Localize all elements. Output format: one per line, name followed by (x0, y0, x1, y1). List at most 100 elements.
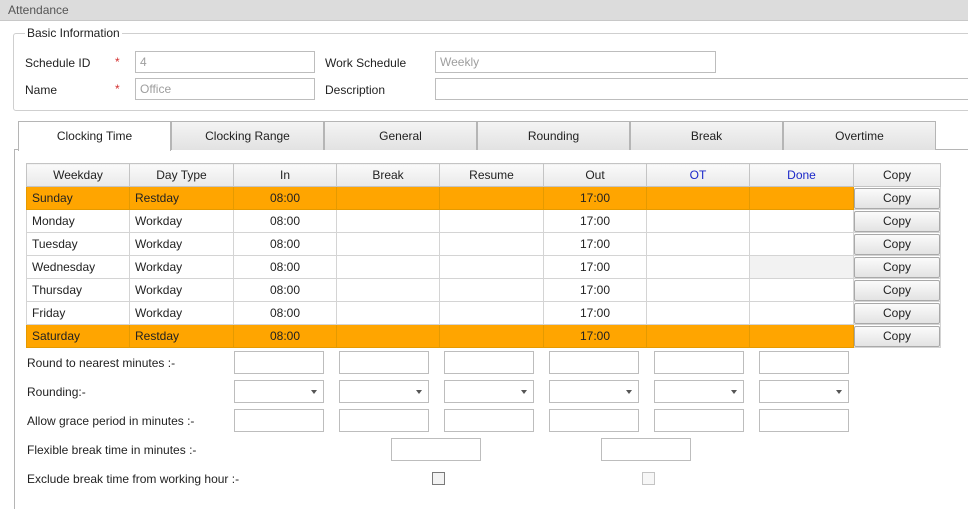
cell-out[interactable]: 17:00 (543, 278, 647, 302)
rounding-resume-select[interactable] (444, 380, 534, 403)
cell-done[interactable] (749, 232, 854, 256)
cell-done[interactable] (749, 278, 854, 302)
column-header-in[interactable]: In (233, 163, 337, 187)
cell-weekday[interactable]: Monday (26, 209, 130, 233)
cell-ot[interactable] (646, 232, 750, 256)
cell-break[interactable] (336, 209, 440, 233)
cell-break[interactable] (336, 186, 440, 210)
cell-break[interactable] (336, 232, 440, 256)
tab-overtime[interactable]: Overtime (783, 121, 936, 150)
cell-out[interactable]: 17:00 (543, 301, 647, 325)
column-header-out[interactable]: Out (543, 163, 647, 187)
cell-day-type[interactable]: Restday (129, 186, 234, 210)
cell-done[interactable] (749, 301, 854, 325)
round-minutes-resume-input[interactable] (444, 351, 534, 374)
grace-period-in-input[interactable] (234, 409, 324, 432)
cell-resume[interactable] (439, 232, 544, 256)
copy-button[interactable]: Copy (854, 302, 940, 324)
cell-out[interactable]: 17:00 (543, 186, 647, 210)
cell-weekday[interactable]: Tuesday (26, 232, 130, 256)
flexible-break-ot-input[interactable] (601, 438, 691, 461)
rounding-in-select[interactable] (234, 380, 324, 403)
cell-ot[interactable] (646, 278, 750, 302)
table-row[interactable]: Thursday Workday 08:00 17:00 Copy (26, 278, 941, 302)
cell-ot[interactable] (646, 255, 750, 279)
column-header-resume[interactable]: Resume (439, 163, 544, 187)
cell-day-type[interactable]: Workday (129, 278, 234, 302)
tab-break[interactable]: Break (630, 121, 783, 150)
grace-period-break-input[interactable] (339, 409, 429, 432)
cell-ot[interactable] (646, 186, 750, 210)
cell-in[interactable]: 08:00 (233, 209, 337, 233)
tab-clocking-range[interactable]: Clocking Range (171, 121, 324, 150)
description-field[interactable] (435, 78, 968, 100)
cell-weekday[interactable]: Saturday (26, 324, 130, 348)
table-row[interactable]: Saturday Restday 08:00 17:00 Copy (26, 324, 941, 348)
cell-day-type[interactable]: Workday (129, 301, 234, 325)
round-minutes-out-input[interactable] (549, 351, 639, 374)
cell-in[interactable]: 08:00 (233, 301, 337, 325)
cell-done[interactable] (749, 186, 854, 210)
cell-resume[interactable] (439, 209, 544, 233)
grace-period-resume-input[interactable] (444, 409, 534, 432)
cell-day-type[interactable]: Restday (129, 324, 234, 348)
grace-period-out-input[interactable] (549, 409, 639, 432)
cell-out[interactable]: 17:00 (543, 324, 647, 348)
table-row[interactable]: Tuesday Workday 08:00 17:00 Copy (26, 232, 941, 256)
cell-out[interactable]: 17:00 (543, 232, 647, 256)
cell-weekday[interactable]: Wednesday (26, 255, 130, 279)
cell-in[interactable]: 08:00 (233, 232, 337, 256)
cell-resume[interactable] (439, 255, 544, 279)
tab-rounding[interactable]: Rounding (477, 121, 630, 150)
round-minutes-in-input[interactable] (234, 351, 324, 374)
column-header-copy[interactable]: Copy (853, 163, 941, 187)
rounding-break-select[interactable] (339, 380, 429, 403)
cell-resume[interactable] (439, 278, 544, 302)
cell-done[interactable] (749, 324, 854, 348)
rounding-done-select[interactable] (759, 380, 849, 403)
column-header-day-type[interactable]: Day Type (129, 163, 234, 187)
rounding-out-select[interactable] (549, 380, 639, 403)
schedule-id-field[interactable]: 4 (135, 51, 315, 73)
cell-in[interactable]: 08:00 (233, 255, 337, 279)
tab-general[interactable]: General (324, 121, 477, 150)
cell-ot[interactable] (646, 301, 750, 325)
cell-in[interactable]: 08:00 (233, 278, 337, 302)
flexible-break-input[interactable] (391, 438, 481, 461)
cell-ot[interactable] (646, 209, 750, 233)
copy-button[interactable]: Copy (854, 187, 940, 209)
copy-button[interactable]: Copy (854, 210, 940, 232)
cell-in[interactable]: 08:00 (233, 186, 337, 210)
cell-break[interactable] (336, 324, 440, 348)
cell-break[interactable] (336, 278, 440, 302)
cell-break[interactable] (336, 301, 440, 325)
cell-out[interactable]: 17:00 (543, 255, 647, 279)
table-row[interactable]: Monday Workday 08:00 17:00 Copy (26, 209, 941, 233)
round-minutes-done-input[interactable] (759, 351, 849, 374)
table-row[interactable]: Friday Workday 08:00 17:00 Copy (26, 301, 941, 325)
cell-weekday[interactable]: Friday (26, 301, 130, 325)
copy-button[interactable]: Copy (854, 256, 940, 278)
round-minutes-break-input[interactable] (339, 351, 429, 374)
name-field[interactable]: Office (135, 78, 315, 100)
grace-period-ot-input[interactable] (654, 409, 744, 432)
cell-in[interactable]: 08:00 (233, 324, 337, 348)
work-schedule-field[interactable]: Weekly (435, 51, 716, 73)
round-minutes-ot-input[interactable] (654, 351, 744, 374)
cell-resume[interactable] (439, 324, 544, 348)
column-header-weekday[interactable]: Weekday (26, 163, 130, 187)
table-row[interactable]: Sunday Restday 08:00 17:00 Copy (26, 186, 941, 210)
column-header-break[interactable]: Break (336, 163, 440, 187)
cell-done[interactable] (749, 209, 854, 233)
cell-day-type[interactable]: Workday (129, 232, 234, 256)
column-header-done[interactable]: Done (749, 163, 854, 187)
table-row[interactable]: Wednesday Workday 08:00 17:00 Copy (26, 255, 941, 279)
rounding-ot-select[interactable] (654, 380, 744, 403)
cell-out[interactable]: 17:00 (543, 209, 647, 233)
copy-button[interactable]: Copy (854, 279, 940, 301)
copy-button[interactable]: Copy (854, 233, 940, 255)
cell-weekday[interactable]: Sunday (26, 186, 130, 210)
exclude-break-checkbox[interactable] (432, 472, 445, 485)
cell-break[interactable] (336, 255, 440, 279)
column-header-ot[interactable]: OT (646, 163, 750, 187)
